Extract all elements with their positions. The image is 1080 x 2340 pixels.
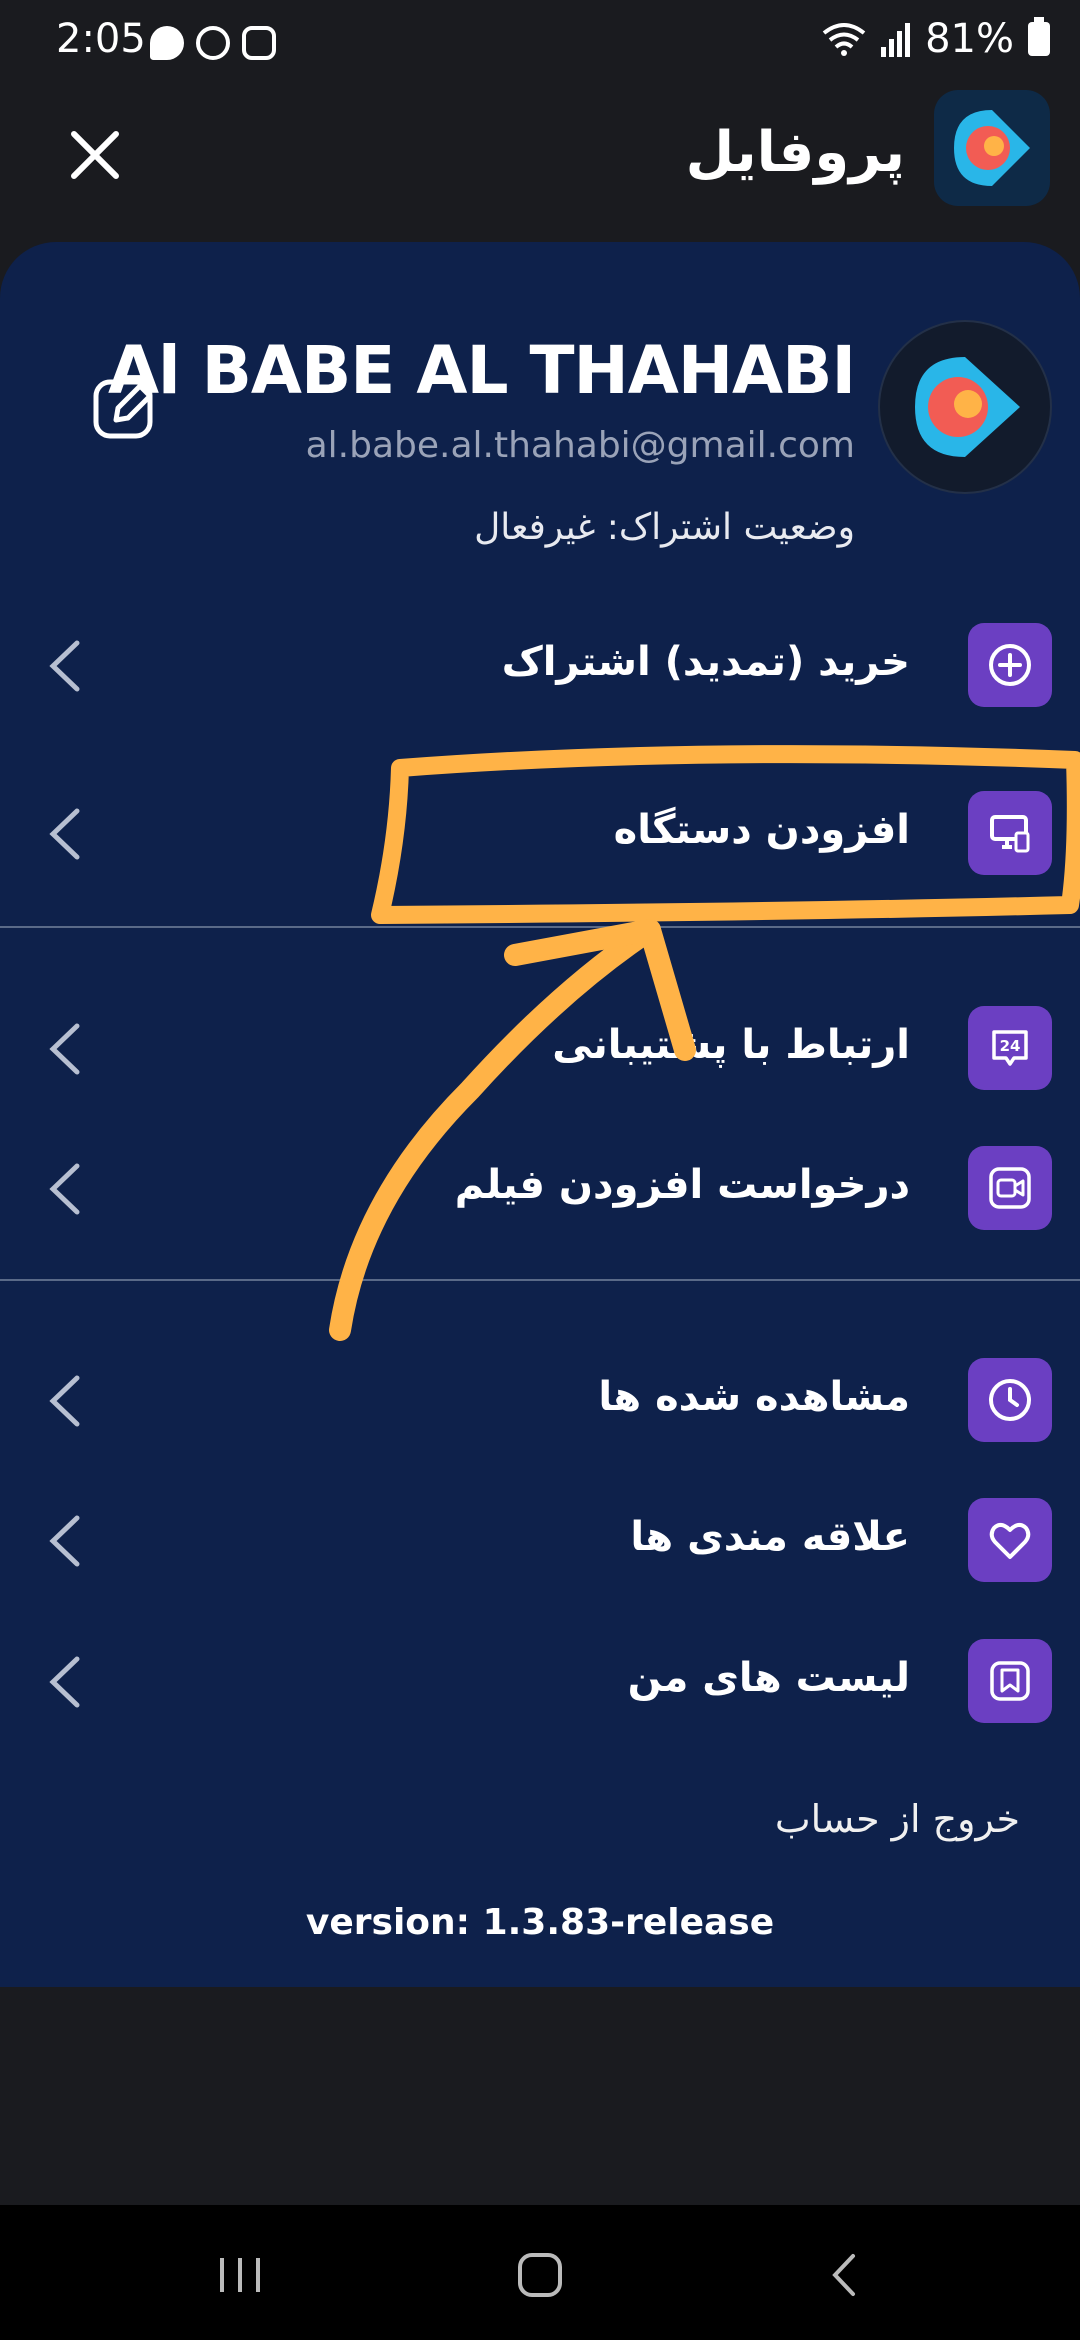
system-nav-bar xyxy=(0,2205,1080,2340)
chevron-left-icon xyxy=(49,808,80,860)
close-icon[interactable] xyxy=(60,120,130,190)
chevron-left-icon xyxy=(49,1375,80,1427)
menu-item-watched[interactable]: مشاهده شده ها xyxy=(0,1344,1080,1454)
app-logo xyxy=(934,90,1050,206)
battery-icon xyxy=(1028,17,1050,56)
menu-item-favorites[interactable]: علاقه مندی ها xyxy=(0,1484,1080,1594)
support-icon-text: 24 xyxy=(1000,1037,1021,1055)
heart-icon xyxy=(968,1498,1052,1582)
edit-profile-icon[interactable] xyxy=(90,372,160,442)
status-time: 2:05 xyxy=(56,16,146,62)
home-icon[interactable] xyxy=(510,2250,570,2300)
signal-icon xyxy=(881,23,911,57)
status-bar: 2:05 81% xyxy=(0,0,1080,90)
menu-item-my-lists[interactable]: لیست های من xyxy=(0,1625,1080,1735)
plus-circle-icon xyxy=(968,623,1052,707)
user-email: al.babe.al.thahabi@gmail.com xyxy=(305,425,855,466)
back-icon[interactable] xyxy=(815,2250,875,2300)
chevron-left-icon xyxy=(49,640,80,692)
page-title: پروفایل xyxy=(685,120,905,185)
menu-divider xyxy=(0,1279,1080,1281)
menu-divider xyxy=(0,926,1080,928)
app-logo-icon xyxy=(954,110,1030,186)
chevron-left-icon xyxy=(49,1023,80,1075)
menu-item-label: خرید (تمدید) اشتراک xyxy=(501,639,910,685)
chevron-left-icon xyxy=(49,1515,80,1567)
notification-icons xyxy=(150,26,276,60)
chat-bubble-icon xyxy=(150,26,184,60)
bookmark-icon xyxy=(968,1639,1052,1723)
support-24-icon: 24 xyxy=(968,1006,1052,1090)
wifi-icon xyxy=(822,23,866,56)
avatar-logo-icon xyxy=(915,357,1020,457)
chevron-left-icon xyxy=(49,1163,80,1215)
video-camera-icon xyxy=(968,1146,1052,1230)
user-name: Al BABE AL THAHABI xyxy=(107,332,856,409)
menu-item-label: افزودن دستگاه xyxy=(613,807,910,853)
app-header: پروفایل xyxy=(0,90,1080,240)
circle-app-icon xyxy=(196,26,230,60)
menu-item-label: علاقه مندی ها xyxy=(630,1514,910,1560)
menu-item-label: درخواست افزودن فیلم xyxy=(454,1162,910,1208)
clock-icon xyxy=(968,1358,1052,1442)
devices-icon xyxy=(968,791,1052,875)
menu-item-label: مشاهده شده ها xyxy=(598,1374,910,1420)
logout-button[interactable]: خروج از حساب xyxy=(775,1797,1020,1841)
status-right: 81% xyxy=(821,16,1050,62)
menu-item-add-device[interactable]: افزودن دستگاه xyxy=(0,777,1080,887)
menu-item-support[interactable]: ارتباط با پشتیبانی 24 xyxy=(0,992,1080,1102)
instagram-icon xyxy=(242,26,276,60)
chevron-left-icon xyxy=(49,1656,80,1708)
profile-panel: Al BABE AL THAHABI al.babe.al.thahabi@gm… xyxy=(0,242,1080,1987)
menu-item-label: لیست های من xyxy=(627,1655,910,1701)
menu-item-request-movie[interactable]: درخواست افزودن فیلم xyxy=(0,1132,1080,1242)
menu-item-label: ارتباط با پشتیبانی xyxy=(552,1022,910,1068)
version-label: version: 1.3.83-release xyxy=(305,1902,775,1943)
menu-item-buy-subscription[interactable]: خرید (تمدید) اشتراک xyxy=(0,609,1080,719)
recent-apps-icon[interactable] xyxy=(210,2250,270,2300)
subscription-status: وضعیت اشتراک: غیرفعال xyxy=(474,507,855,548)
battery-level: 81% xyxy=(925,16,1014,62)
avatar xyxy=(878,320,1052,494)
